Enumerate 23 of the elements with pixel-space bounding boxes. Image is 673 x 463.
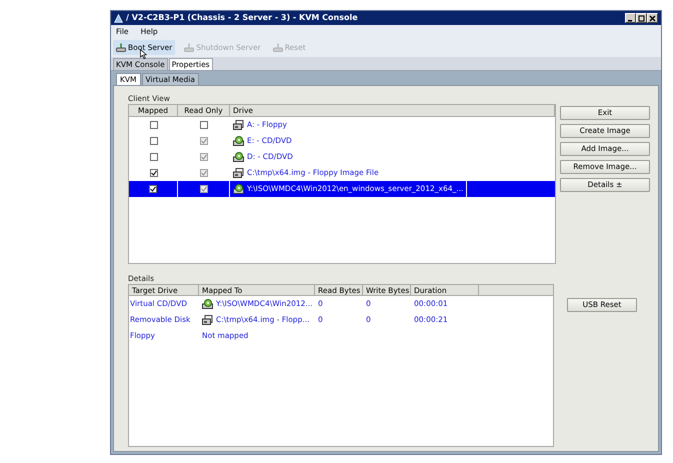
checkbox[interactable]: [150, 137, 158, 145]
checkbox[interactable]: [149, 185, 157, 193]
close-button[interactable]: [647, 13, 658, 23]
disc-drive-icon: [233, 152, 244, 162]
checkbox[interactable]: [200, 121, 208, 129]
floppy-drive-icon: [233, 120, 244, 130]
disc-drive-icon: [233, 136, 244, 146]
app-icon: [114, 14, 123, 22]
window-title: / V2-C2B3-P1 (Chassis - 2 Server - 3) - KVM Console: [126, 12, 359, 24]
floppy-drive-icon: [202, 315, 213, 325]
maximize-button[interactable]: [636, 13, 647, 23]
floppy-drive-icon: [233, 168, 244, 178]
disc-drive-icon: [233, 184, 244, 194]
checkbox[interactable]: [150, 153, 158, 161]
server-icon: [116, 43, 126, 52]
close-icon: [649, 14, 656, 22]
server-icon: [184, 43, 194, 52]
minimize-button[interactable]: [625, 13, 636, 23]
checkbox[interactable]: [150, 121, 158, 129]
cursor-icon: [140, 48, 147, 59]
disc-drive-icon: [202, 299, 213, 309]
maximize-icon: [638, 14, 645, 22]
checkbox[interactable]: [150, 169, 158, 177]
